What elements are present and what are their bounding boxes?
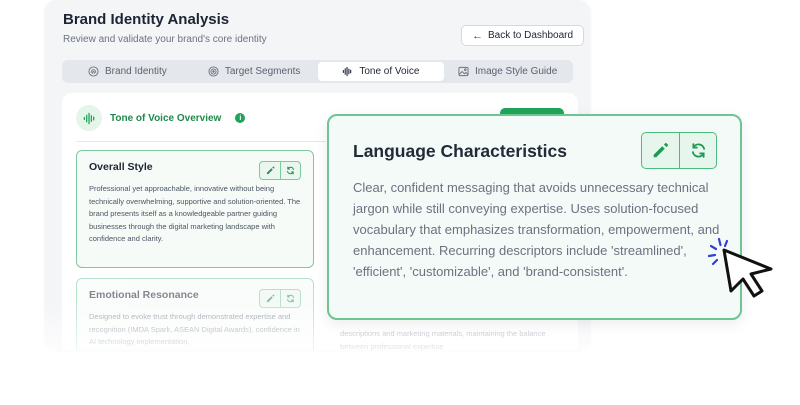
card-body: Professional yet approachable, innovativ…: [89, 184, 301, 243]
tab-label: Target Segments: [224, 66, 301, 77]
fingerprint-icon: [88, 66, 99, 77]
back-to-dashboard-button[interactable]: ← Back to Dashboard: [461, 25, 585, 46]
card-body: Clear, confident messaging that avoids u…: [353, 180, 720, 279]
card-actions: [641, 132, 717, 169]
info-icon[interactable]: i: [235, 113, 246, 123]
pencil-icon: [266, 294, 274, 303]
stage: Brand Identity Analysis Review and valid…: [0, 0, 800, 405]
tab-label: Brand Identity: [105, 66, 167, 77]
edit-button[interactable]: [260, 162, 280, 179]
overview-label: Tone of Voice Overview: [110, 112, 222, 124]
refresh-icon: [287, 166, 294, 175]
regenerate-button[interactable]: [280, 290, 300, 307]
card-title: Language Characteristics: [353, 141, 567, 161]
regenerate-button[interactable]: [679, 133, 716, 168]
audio-wave-icon: [76, 105, 102, 131]
tab-tone-of-voice[interactable]: Tone of Voice: [317, 62, 445, 81]
arrow-left-icon: ←: [472, 29, 483, 42]
refresh-icon: [287, 294, 294, 303]
regenerate-button[interactable]: [280, 162, 300, 179]
tab-brand-identity[interactable]: Brand Identity: [64, 62, 191, 81]
emotional-resonance-card: Emotional Resonance Designed to evoke tr…: [76, 278, 314, 350]
language-characteristics-card: Language Characteristics Clear, confiden…: [327, 114, 742, 320]
overview-header: Tone of Voice Overview i: [76, 105, 246, 131]
target-icon: [208, 66, 219, 77]
tab-label: Image Style Guide: [474, 66, 558, 77]
refresh-icon: [691, 143, 705, 158]
divider: [76, 141, 326, 142]
audio-wave-icon: [343, 66, 352, 77]
overall-style-card: Overall Style Professional yet approacha…: [76, 150, 314, 268]
card-body: Designed to evoke trust through demonstr…: [89, 312, 300, 346]
card-actions: [259, 161, 301, 180]
tab-bar: Brand Identity Target Segments Tone of V…: [62, 60, 573, 83]
card-actions: [259, 289, 301, 308]
pencil-icon: [653, 142, 669, 158]
pencil-icon: [266, 166, 274, 175]
tab-label: Tone of Voice: [359, 66, 420, 77]
page-subtitle: Review and validate your brand's core id…: [63, 34, 267, 45]
background-card-text: descriptions and marketing materials, ma…: [340, 329, 546, 351]
mouse-cursor-icon: [707, 237, 773, 298]
back-button-label: Back to Dashboard: [488, 30, 574, 41]
image-icon: [458, 66, 469, 77]
page-title: Brand Identity Analysis: [63, 11, 230, 28]
edit-button[interactable]: [260, 290, 280, 307]
edit-button[interactable]: [642, 133, 679, 168]
tab-image-style-guide[interactable]: Image Style Guide: [444, 62, 571, 81]
tab-target-segments[interactable]: Target Segments: [191, 62, 318, 81]
